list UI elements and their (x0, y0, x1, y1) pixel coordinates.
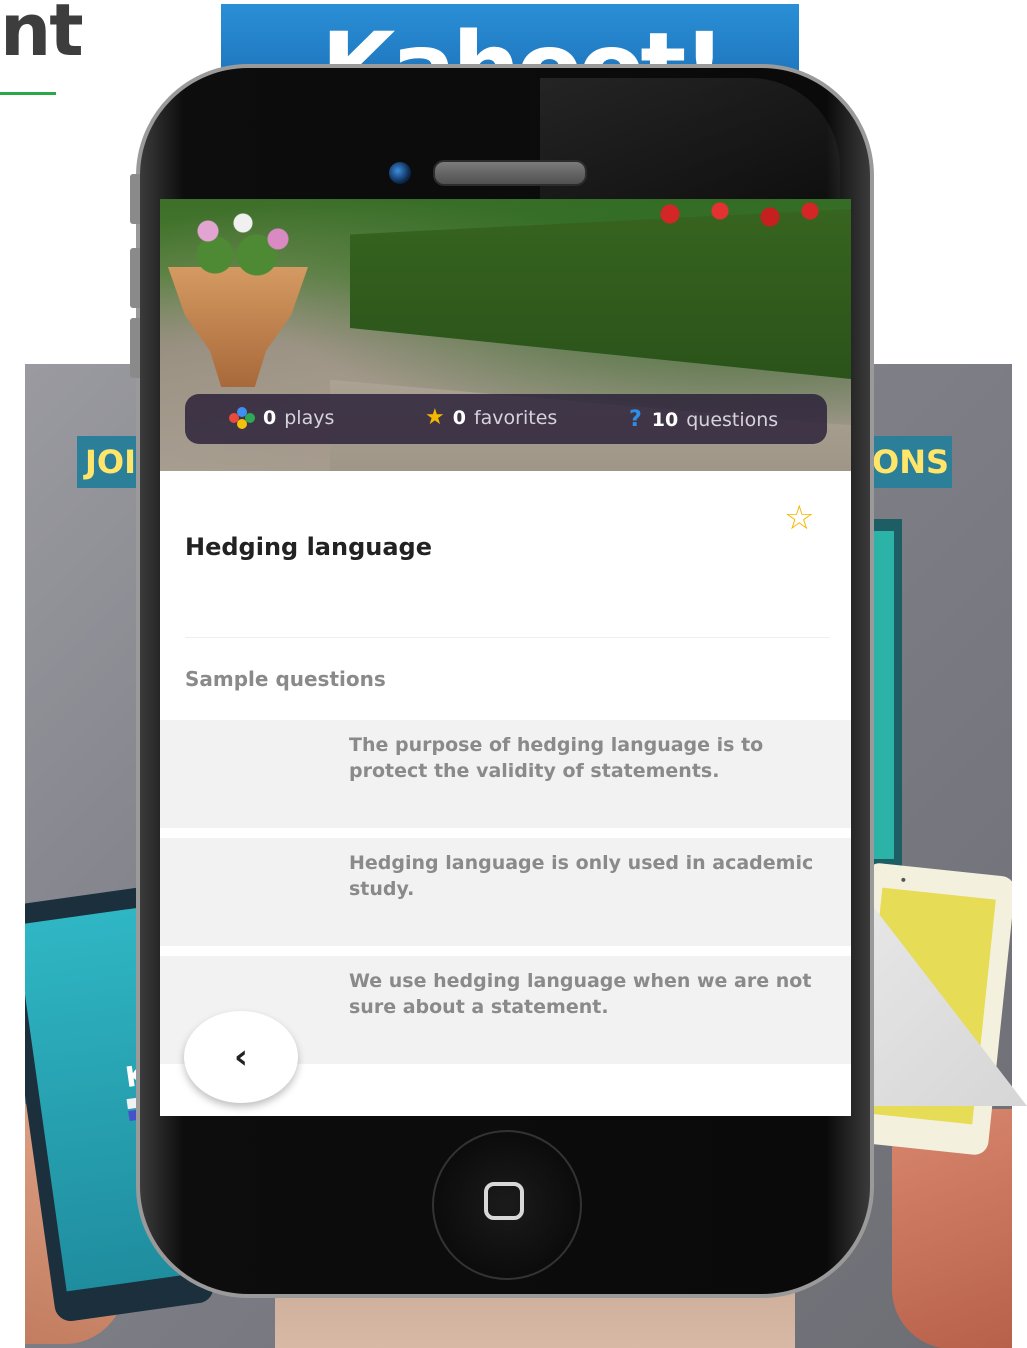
stat-favorites: ★ 0 favorites (425, 405, 558, 430)
phone-volume-down (130, 318, 140, 378)
stat-plays: 0 plays (229, 407, 334, 429)
app-screen: 0 plays ★ 0 favorites ? 10 questions Hed… (160, 199, 851, 1116)
dots-icon (229, 407, 255, 429)
page-heading-fragment: nt (0, 0, 84, 72)
questions-label: questions (686, 408, 779, 431)
heading-underline (0, 92, 56, 95)
question-text: We use hedging language when we are not … (349, 970, 812, 1018)
sample-questions-heading: Sample questions (185, 667, 386, 691)
favorite-star-outline-icon[interactable]: ☆ (784, 501, 814, 535)
background-sign-right: ONS (864, 436, 952, 488)
phone-home-button[interactable] (432, 1130, 582, 1280)
star-icon: ★ (425, 405, 445, 430)
quiz-stats-bar: 0 plays ★ 0 favorites ? 10 questions (185, 394, 827, 444)
question-mark-icon: ? (629, 407, 642, 432)
plays-label: plays (284, 407, 335, 429)
chevron-left-icon: ‹ (233, 1037, 248, 1077)
question-item[interactable]: Hedging language is only used in academi… (160, 838, 851, 946)
favorites-label: favorites (473, 407, 558, 429)
phone-mute-switch (130, 174, 140, 224)
phone-camera (389, 162, 411, 184)
question-text: Hedging language is only used in academi… (349, 852, 814, 900)
back-button[interactable]: ‹ (184, 1011, 298, 1103)
divider (185, 637, 829, 638)
stat-questions: ? 10 questions (629, 407, 778, 432)
quiz-title: Hedging language (185, 533, 432, 561)
phone-speaker (433, 160, 587, 186)
question-text: The purpose of hedging language is to pr… (349, 734, 764, 782)
phone-volume-up (130, 248, 140, 308)
quiz-title-row: Hedging language (185, 509, 827, 561)
quiz-cover-image: 0 plays ★ 0 favorites ? 10 questions (160, 199, 851, 471)
plays-count: 0 (263, 407, 277, 429)
favorites-count: 0 (452, 407, 466, 429)
question-item[interactable]: The purpose of hedging language is to pr… (160, 720, 851, 828)
questions-count: 10 (651, 408, 679, 431)
